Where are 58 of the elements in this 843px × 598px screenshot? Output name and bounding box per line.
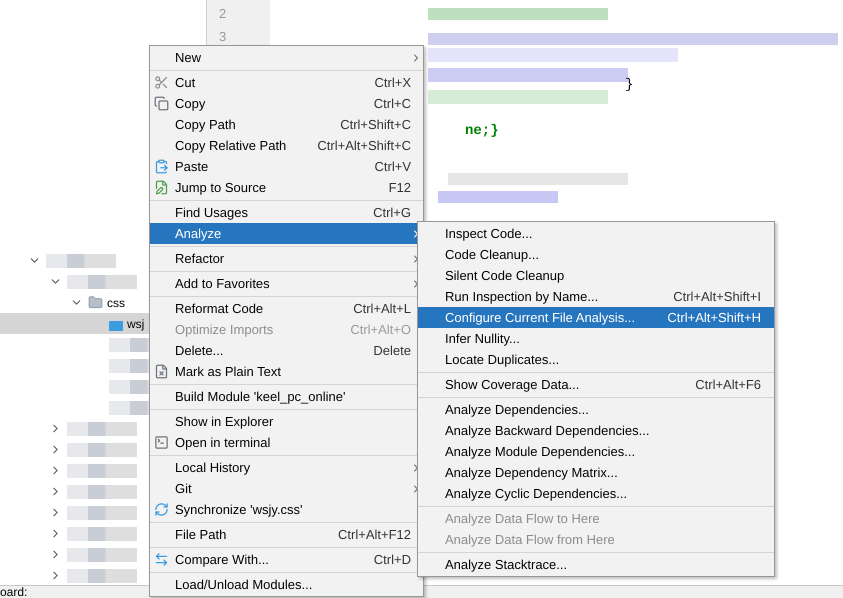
line-number: 3 (219, 28, 228, 46)
status-text: oard: (0, 586, 28, 598)
sync-icon (154, 502, 169, 517)
copy-icon (154, 96, 169, 111)
menu-item[interactable]: Configure Current File Analysis... Ctrl+Alt+Shift+H (418, 307, 774, 328)
shortcut-label: Ctrl+Alt+F12 (338, 526, 411, 544)
menu-item[interactable]: Jump to Source F12 (150, 177, 423, 198)
shortcut-label: Ctrl+D (374, 550, 411, 569)
menu-item[interactable]: Cut Ctrl+X (150, 72, 423, 93)
blurred-label-drawing (67, 506, 137, 520)
menu-item[interactable]: Find Usages Ctrl+G (150, 202, 423, 223)
file-x-icon (154, 364, 169, 379)
blurred-label-drawing (67, 484, 137, 498)
blurred-label-drawing (67, 442, 137, 456)
shortcut-label: Ctrl+Alt+F6 (695, 376, 761, 394)
paste-icon (154, 159, 169, 174)
menu-item[interactable]: Show Coverage Data... Ctrl+Alt+F6 (418, 374, 774, 395)
shortcut-label: Ctrl+Alt+Shift+C (317, 136, 411, 155)
blurred-label-drawing (67, 464, 137, 478)
menu-item[interactable]: Paste Ctrl+V (150, 156, 423, 177)
menu-item[interactable]: Infer Nullity... (418, 328, 774, 349)
menu-item[interactable]: Analyze Module Dependencies... (418, 441, 774, 462)
blurred-label-drawing (67, 548, 137, 562)
blurred-label-drawing (67, 526, 137, 540)
file-edit-icon (154, 180, 169, 195)
menu-item[interactable]: Analyze Dependency Matrix... (418, 462, 774, 483)
shortcut-label: F12 (388, 178, 411, 197)
menu-item[interactable]: Analyze Cyclic Dependencies... (418, 483, 774, 504)
blurred-label-drawing (67, 568, 137, 582)
shortcut-label: Ctrl+C (374, 94, 411, 113)
shortcut-label: Ctrl+Alt+Shift+H (667, 308, 761, 327)
scissors-icon (154, 75, 169, 90)
code-text: ne;} (465, 122, 499, 141)
css-file-icon (109, 320, 123, 330)
menu-item[interactable]: Analyze Backward Dependencies... (418, 420, 774, 441)
compare-icon (154, 552, 169, 567)
menu-item[interactable]: Copy Path Ctrl+Shift+C (150, 114, 423, 135)
blurred-label-drawing (67, 274, 137, 288)
menu-item[interactable]: Copy Ctrl+C (150, 93, 423, 114)
blurred-label-drawing (46, 254, 116, 268)
menu-item[interactable]: Load/Unload Modules... (150, 574, 423, 595)
shortcut-label: Delete (373, 342, 411, 360)
shortcut-label: Ctrl+Alt+L (353, 300, 411, 318)
line-number: 2 (219, 5, 228, 23)
terminal-icon (154, 435, 169, 450)
shortcut-label: Ctrl+G (373, 204, 411, 222)
blurred-label-drawing (67, 422, 137, 436)
tree-item-label[interactable]: css (107, 294, 125, 312)
shortcut-label: Ctrl+X (374, 74, 411, 92)
code-text: } (625, 76, 634, 95)
menu-item[interactable]: Copy Relative Path Ctrl+Alt+Shift+C (150, 135, 423, 156)
shortcut-label: Ctrl+Shift+C (340, 116, 411, 134)
shortcut-label: Ctrl+V (374, 158, 411, 176)
folder-icon (88, 295, 103, 310)
shortcut-label: Ctrl+Alt+Shift+I (673, 288, 761, 306)
shortcut-label: Ctrl+Alt+O (350, 320, 411, 339)
tree-item-label[interactable]: wsj (127, 314, 144, 332)
menu-item[interactable]: New (150, 47, 423, 68)
